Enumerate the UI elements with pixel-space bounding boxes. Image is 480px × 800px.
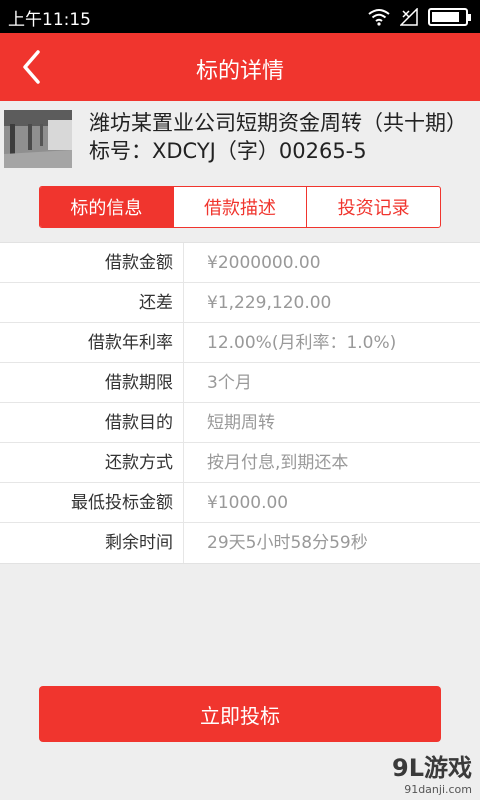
- table-row: 借款年利率 12.00%(月利率：1.0%): [0, 323, 480, 363]
- row-label: 借款目的: [0, 403, 184, 442]
- table-row: 最低投标金额 ¥1000.00: [0, 483, 480, 523]
- status-bar: 上午11:15: [0, 0, 480, 33]
- row-label: 借款年利率: [0, 323, 184, 362]
- page-title: 标的详情: [195, 59, 284, 84]
- no-signal-icon: [400, 8, 418, 26]
- battery-icon: [428, 8, 471, 26]
- row-value: 29天5小时58分59秒: [207, 533, 368, 553]
- row-value: ¥1,229,120.00: [207, 293, 332, 313]
- loan-thumbnail[interactable]: [4, 110, 72, 168]
- row-value: 3个月: [207, 373, 252, 393]
- battery-level: [432, 12, 459, 22]
- status-icons: [368, 8, 471, 26]
- row-label: 借款期限: [0, 363, 184, 402]
- row-label: 最低投标金额: [0, 483, 184, 522]
- invest-now-button[interactable]: 立即投标: [39, 686, 441, 742]
- table-row: 借款目的 短期周转: [0, 403, 480, 443]
- tab-bar: 标的信息 借款描述 投资记录: [39, 186, 441, 228]
- row-value: 按月付息,到期还本: [207, 453, 349, 473]
- tab-investment-records[interactable]: 投资记录: [306, 187, 440, 227]
- table-row: 借款金额 ¥2000000.00: [0, 243, 480, 283]
- row-label: 还差: [0, 283, 184, 322]
- table-row: 还款方式 按月付息,到期还本: [0, 443, 480, 483]
- nav-bar: 标的详情: [0, 33, 480, 101]
- table-row: 还差 ¥1,229,120.00: [0, 283, 480, 323]
- wifi-icon: [368, 9, 390, 26]
- row-label: 还款方式: [0, 443, 184, 482]
- tab-bid-info[interactable]: 标的信息: [40, 187, 173, 227]
- watermark-logo: 9L游戏: [392, 754, 472, 782]
- status-time: 上午11:15: [8, 10, 91, 30]
- watermark-url: 91danji.com: [404, 783, 472, 796]
- tab-loan-description[interactable]: 借款描述: [172, 187, 307, 227]
- row-value: 短期周转: [207, 413, 275, 433]
- table-row: 借款期限 3个月: [0, 363, 480, 403]
- row-label: 借款金额: [0, 243, 184, 282]
- loan-title: 潍坊某置业公司短期资金周转（共十期）标号：XDCYJ（字）00265-5: [89, 111, 467, 163]
- table-row: 剩余时间 29天5小时58分59秒: [0, 523, 480, 563]
- row-label: 剩余时间: [0, 523, 184, 563]
- loan-header: 潍坊某置业公司短期资金周转（共十期）标号：XDCYJ（字）00265-5: [0, 101, 480, 181]
- loan-info-table: 借款金额 ¥2000000.00 还差 ¥1,229,120.00 借款年利率 …: [0, 242, 480, 564]
- row-value: ¥2000000.00: [207, 253, 321, 273]
- watermark: 9L游戏 91danji.com: [392, 748, 472, 796]
- row-value: ¥1000.00: [207, 493, 289, 513]
- row-value: 12.00%(月利率：1.0%): [207, 333, 397, 353]
